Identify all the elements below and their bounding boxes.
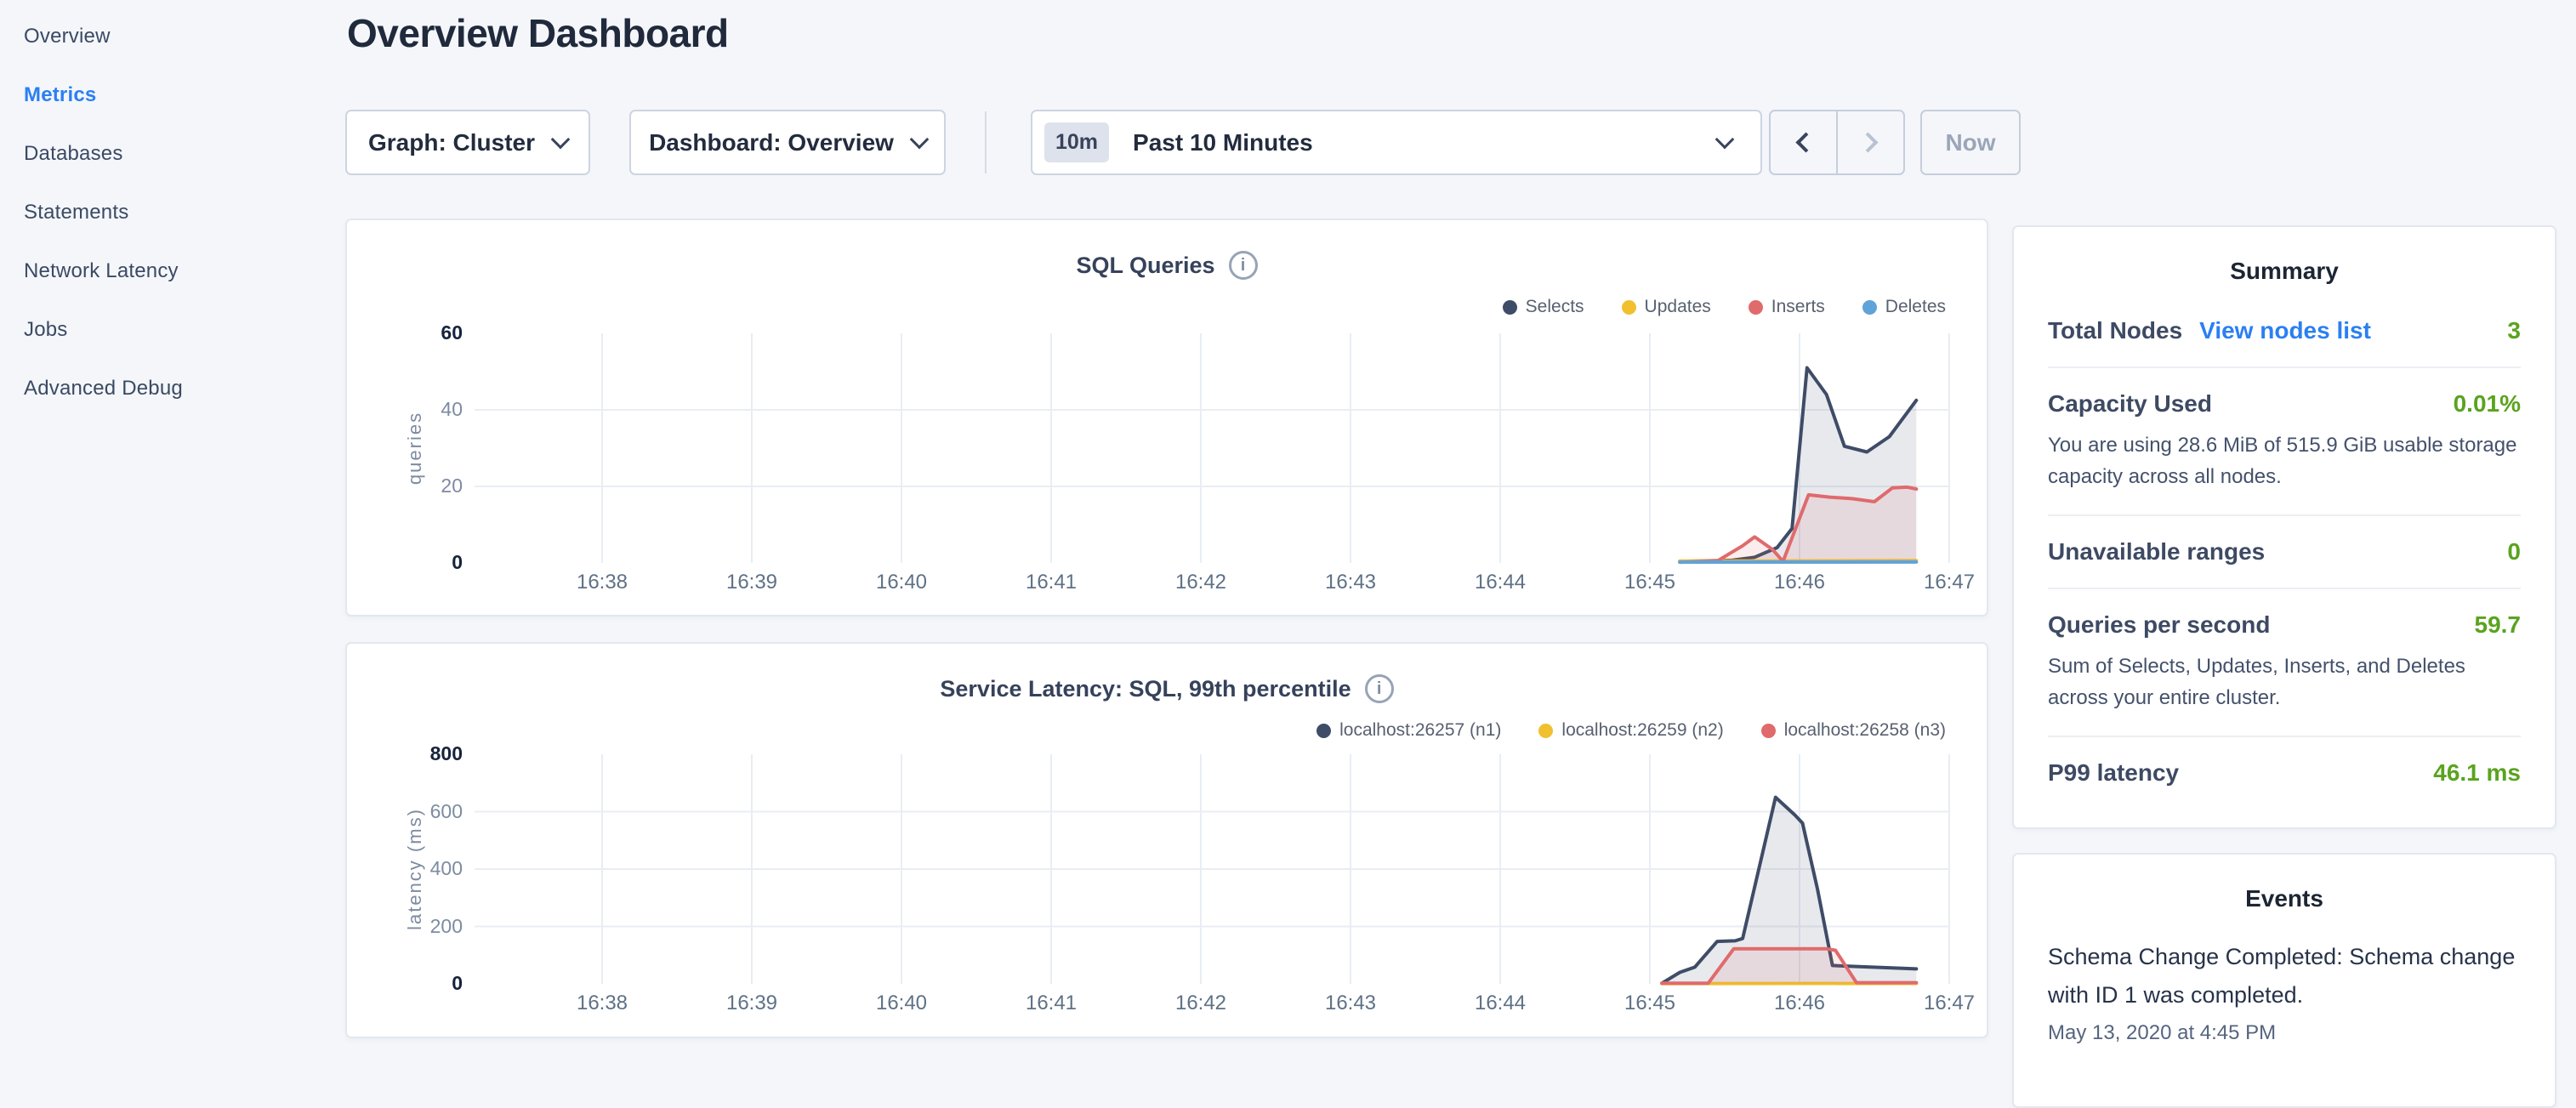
next-time-button[interactable] <box>1838 111 1903 173</box>
total-nodes-value: 3 <box>2507 317 2521 344</box>
x-tick-label: 16:43 <box>1291 992 1410 1015</box>
graph-dropdown[interactable]: Graph: Cluster <box>345 110 590 175</box>
qps-description: Sum of Selects, Updates, Inserts, and De… <box>2048 651 2521 713</box>
unavailable-ranges-value: 0 <box>2507 538 2521 565</box>
x-tick-label: 16:45 <box>1590 571 1709 594</box>
summary-row-qps: Queries per second 59.7 Sum of Selects, … <box>2048 589 2521 737</box>
chevron-down-icon <box>1715 129 1735 149</box>
x-tick-label: 16:40 <box>842 571 961 594</box>
y-tick-label: 60 <box>384 321 463 344</box>
x-tick-label: 16:44 <box>1441 992 1560 1015</box>
time-range-label: Past 10 Minutes <box>1133 129 1313 156</box>
summary-row-total-nodes: Total Nodes View nodes list 3 <box>2048 295 2521 368</box>
sidebar-item-overview[interactable]: Overview <box>24 7 340 65</box>
unavailable-ranges-label: Unavailable ranges <box>2048 538 2265 565</box>
prev-time-button[interactable] <box>1771 111 1838 173</box>
chevron-right-icon <box>1857 132 1878 152</box>
x-tick-label: 16:47 <box>1890 571 2009 594</box>
x-tick-label: 16:41 <box>992 992 1111 1015</box>
event-timestamp: May 13, 2020 at 4:45 PM <box>2048 1021 2521 1045</box>
sidebar-item-statements[interactable]: Statements <box>24 183 340 241</box>
capacity-used-label: Capacity Used <box>2048 390 2212 418</box>
summary-row-unavailable-ranges: Unavailable ranges 0 <box>2048 516 2521 589</box>
sidebar-item-network-latency[interactable]: Network Latency <box>24 241 340 300</box>
events-panel: Events Schema Change Completed: Schema c… <box>2012 853 2556 1108</box>
x-tick-label: 16:40 <box>842 992 961 1015</box>
chevron-down-icon <box>551 129 571 149</box>
x-tick-label: 16:44 <box>1441 571 1560 594</box>
qps-label: Queries per second <box>2048 611 2270 639</box>
total-nodes-label: Total Nodes <box>2048 317 2182 344</box>
controls-divider <box>985 111 987 173</box>
service-latency-chart-card: Service Latency: SQL, 99th percentile i … <box>345 642 1988 1038</box>
sidebar-item-metrics[interactable]: Metrics <box>24 65 340 124</box>
event-description: Schema Change Completed: Schema change w… <box>2048 938 2521 1014</box>
summary-title: Summary <box>2048 258 2521 285</box>
page-title: Overview Dashboard <box>347 10 729 56</box>
x-tick-label: 16:42 <box>1141 992 1260 1015</box>
y-axis-title: queries <box>404 412 426 485</box>
capacity-used-description: You are using 28.6 MiB of 515.9 GiB usab… <box>2048 429 2521 492</box>
summary-row-capacity: Capacity Used 0.01% You are using 28.6 M… <box>2048 368 2521 516</box>
time-step-button-group <box>1769 110 1905 175</box>
dashboard-dropdown[interactable]: Dashboard: Overview <box>629 110 946 175</box>
x-tick-label: 16:43 <box>1291 571 1410 594</box>
qps-value: 59.7 <box>2475 611 2522 639</box>
x-tick-label: 16:46 <box>1740 992 1859 1015</box>
sidebar: OverviewMetricsDatabasesStatementsNetwor… <box>0 0 340 1051</box>
chevron-down-icon <box>910 129 930 149</box>
now-button[interactable]: Now <box>1920 110 2021 175</box>
p99-latency-value: 46.1 ms <box>2433 759 2521 787</box>
y-tick-label: 0 <box>384 551 463 574</box>
sidebar-nav-list: OverviewMetricsDatabasesStatementsNetwor… <box>0 0 340 418</box>
x-tick-label: 16:38 <box>543 571 662 594</box>
p99-latency-label: P99 latency <box>2048 759 2179 787</box>
sidebar-item-databases[interactable]: Databases <box>24 124 340 183</box>
event-list-item[interactable]: Schema Change Completed: Schema change w… <box>2048 938 2521 1045</box>
x-tick-label: 16:42 <box>1141 571 1260 594</box>
sql-queries-chart-card: SQL Queries i SelectsUpdatesInsertsDelet… <box>345 219 1988 617</box>
sidebar-item-advanced-debug[interactable]: Advanced Debug <box>24 359 340 418</box>
chevron-left-icon <box>1795 132 1816 152</box>
y-axis-title: latency (ms) <box>404 808 426 930</box>
chart-plot-area[interactable] <box>347 644 1990 1040</box>
x-tick-label: 16:47 <box>1890 992 2009 1015</box>
graph-dropdown-label: Graph: Cluster <box>368 129 535 156</box>
x-tick-label: 16:38 <box>543 992 662 1015</box>
chart-plot-area[interactable] <box>347 220 1990 618</box>
summary-row-p99-latency: P99 latency 46.1 ms <box>2048 737 2521 809</box>
events-list: Schema Change Completed: Schema change w… <box>2048 938 2521 1045</box>
x-tick-label: 16:41 <box>992 571 1111 594</box>
view-nodes-list-link[interactable]: View nodes list <box>2199 317 2371 344</box>
capacity-used-value: 0.01% <box>2454 390 2521 418</box>
dashboard-dropdown-label: Dashboard: Overview <box>649 129 894 156</box>
time-range-badge: 10m <box>1044 122 1109 162</box>
x-tick-label: 16:39 <box>692 571 811 594</box>
summary-panel: Summary Total Nodes View nodes list 3 Ca… <box>2012 225 2556 829</box>
y-tick-label: 800 <box>384 742 463 765</box>
time-range-selector[interactable]: 10m Past 10 Minutes <box>1031 110 1762 175</box>
events-title: Events <box>2048 885 2521 912</box>
x-tick-label: 16:46 <box>1740 571 1859 594</box>
sidebar-item-jobs[interactable]: Jobs <box>24 300 340 359</box>
x-tick-label: 16:39 <box>692 992 811 1015</box>
x-tick-label: 16:45 <box>1590 992 1709 1015</box>
y-tick-label: 0 <box>384 972 463 995</box>
